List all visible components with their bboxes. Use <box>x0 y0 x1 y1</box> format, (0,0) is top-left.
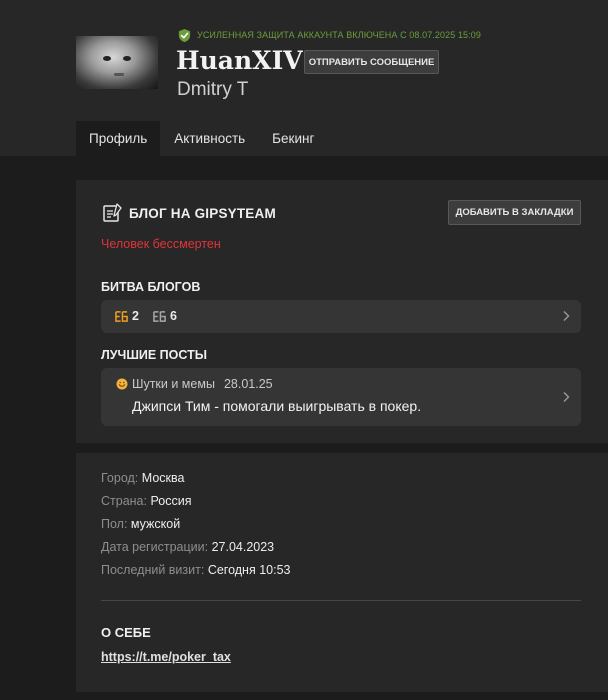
blog-card: Блог на GipsyTeam Добавить в закладки Че… <box>76 180 608 443</box>
info-label: Дата регистрации: <box>101 540 209 554</box>
add-bookmark-button[interactable]: Добавить в закладки <box>448 200 581 225</box>
blog-tagline: Человек бессмертен <box>101 237 221 251</box>
post-meta: Шутки и мемы 28.01.25 <box>116 377 273 391</box>
username: HuanXIV <box>176 46 303 75</box>
battle-of-blogs-gold-icon <box>115 310 128 322</box>
battle-of-blogs-title: Битва блогов <box>101 280 201 294</box>
info-value: Сегодня 10:53 <box>207 563 291 577</box>
info-row-gender: Пол: мужской <box>101 517 180 531</box>
profile-tabs: Профиль Активность Бекинг <box>76 121 314 156</box>
battle-of-blogs-silver-icon <box>153 310 166 322</box>
info-label: Последний визит: <box>101 563 205 577</box>
security-text: Усиленная защита аккаунта включена с 08.… <box>197 30 481 40</box>
best-post-item[interactable]: Шутки и мемы 28.01.25 Джипси Тим - помог… <box>101 368 581 426</box>
divider <box>101 600 581 601</box>
info-row-last-visit: Последний визит: Сегодня 10:53 <box>101 563 290 577</box>
battle-of-blogs-row[interactable]: 2 6 <box>101 300 581 333</box>
avatar-eye-left <box>103 56 111 61</box>
battle-silver-count: 6 <box>153 309 177 323</box>
about-link[interactable]: https://t.me/poker_tax <box>101 650 231 664</box>
info-label: Пол: <box>101 517 128 531</box>
tab-activity[interactable]: Активность <box>174 121 245 156</box>
info-row-registration-date: Дата регистрации: 27.04.2023 <box>101 540 274 554</box>
tab-backing[interactable]: Бекинг <box>272 121 314 156</box>
avatar-mouth <box>114 73 124 76</box>
info-label: Страна: <box>101 494 147 508</box>
avatar-eye-right <box>123 56 131 61</box>
tab-profile[interactable]: Профиль <box>76 121 161 156</box>
info-row-city: Город: Москва <box>101 471 184 485</box>
post-title[interactable]: Джипси Тим - помогали выигрывать в покер… <box>132 398 421 414</box>
info-value: 27.04.2023 <box>211 540 275 554</box>
post-category[interactable]: Шутки и мемы <box>132 377 215 391</box>
info-value: Россия <box>150 494 192 508</box>
about-title: О себе <box>101 625 151 640</box>
profile-header: Усиленная защита аккаунта включена с 08.… <box>0 0 608 156</box>
info-value: Москва <box>141 471 185 485</box>
info-value: мужской <box>130 517 181 531</box>
battle-gold-count: 2 <box>115 309 139 323</box>
post-date: 28.01.25 <box>223 377 273 391</box>
real-name: Dmitry T <box>177 79 249 100</box>
avatar[interactable] <box>76 36 158 89</box>
smiley-emoji-icon <box>116 378 128 390</box>
battle-gold-value: 2 <box>132 309 139 323</box>
battle-silver-value: 6 <box>170 309 177 323</box>
shield-check-icon <box>178 28 191 42</box>
chevron-right-icon <box>563 311 570 321</box>
profile-info-card: Город: Москва Страна: Россия Пол: мужско… <box>76 453 608 692</box>
chevron-right-icon <box>563 392 570 402</box>
security-notice: Усиленная защита аккаунта включена с 08.… <box>177 27 481 43</box>
blog-title: Блог на GipsyTeam <box>129 205 276 221</box>
blog-header: Блог на GipsyTeam <box>102 202 276 224</box>
info-row-country: Страна: Россия <box>101 494 191 508</box>
send-message-button[interactable]: Отправить сообщение <box>304 50 439 74</box>
info-label: Город: <box>101 471 139 485</box>
best-posts-title: Лучшие посты <box>101 348 207 362</box>
blog-notepad-icon <box>103 203 122 222</box>
